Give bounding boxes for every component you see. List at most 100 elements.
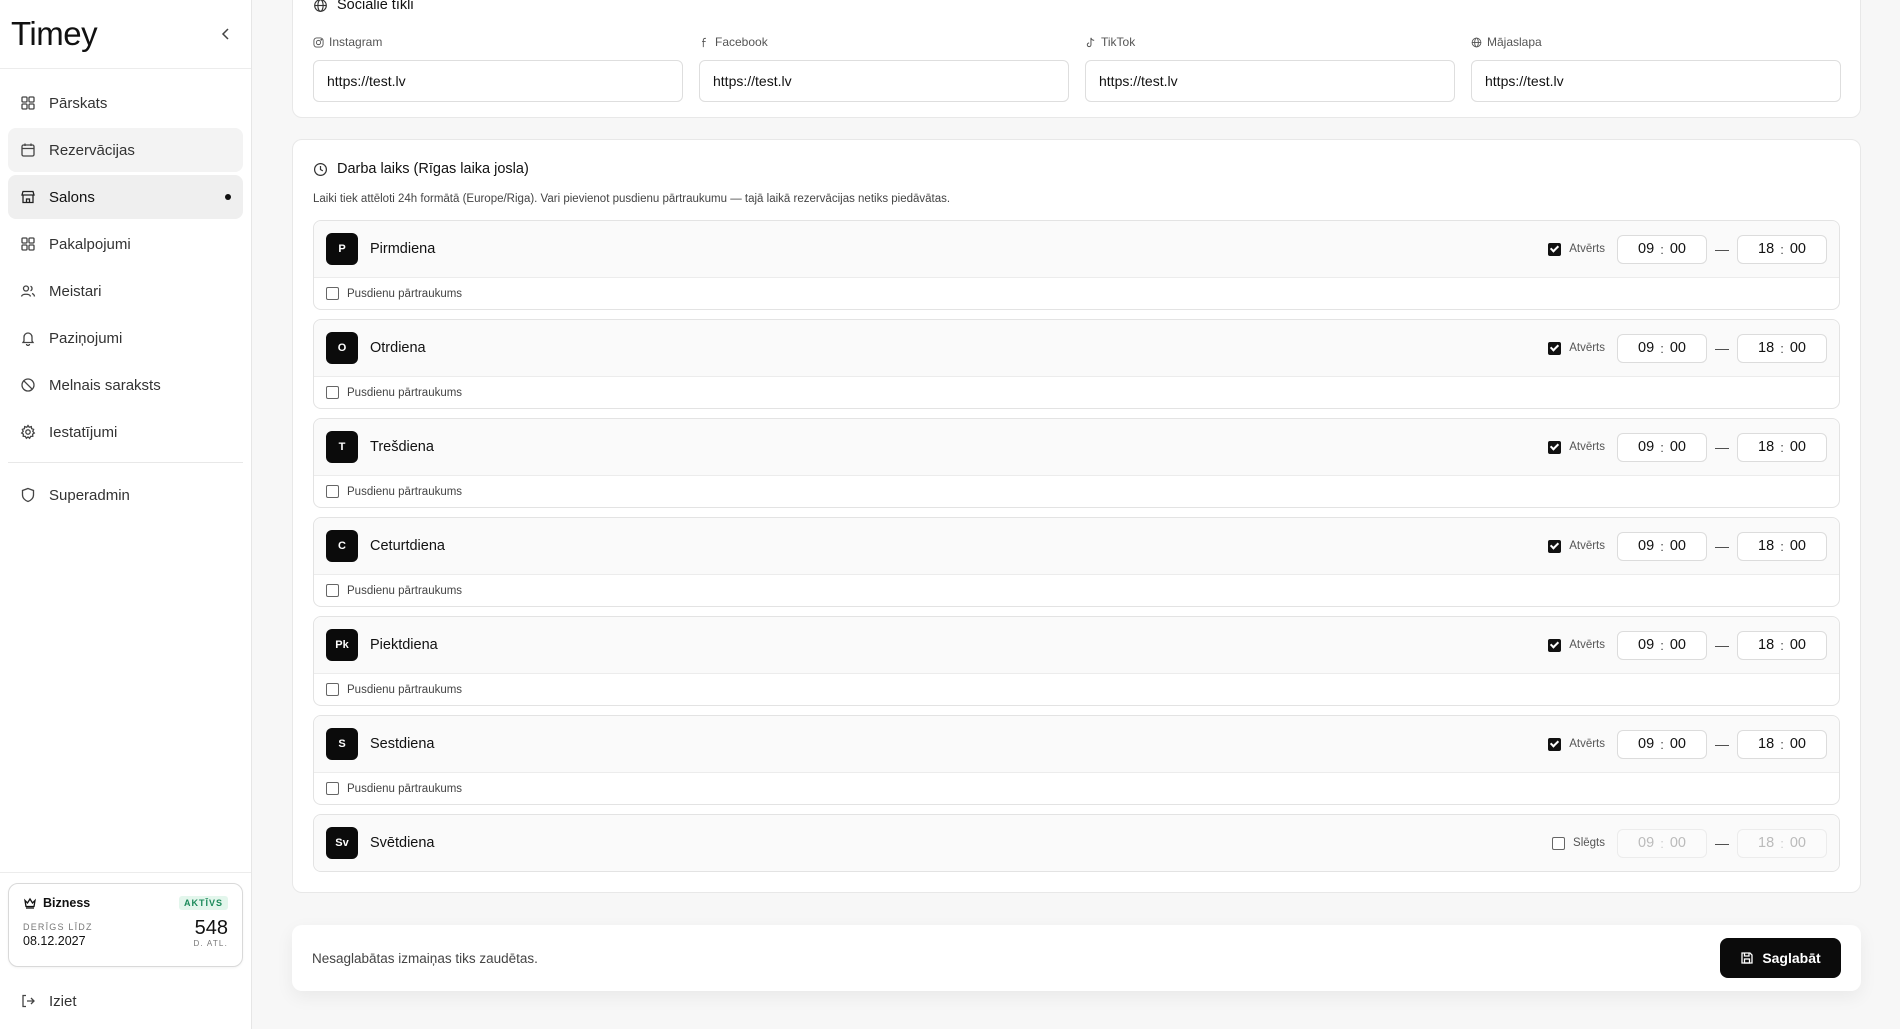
working-hours-title: Darba laiks (Rīgas laika josla) (337, 161, 529, 177)
lunch-break-checkbox[interactable] (326, 782, 339, 795)
sidebar-item-pazinojumi[interactable]: Paziņojumi (8, 316, 243, 360)
lunch-break-row: Pusdienu pārtraukums (314, 277, 1839, 309)
sidebar-item-label: Melnais saraksts (49, 376, 161, 394)
ban-icon (21, 378, 35, 392)
website-input[interactable] (1471, 60, 1841, 102)
sidebar-item-rezervacijas[interactable]: Rezervācijas (8, 128, 243, 172)
open-minute: 00 (1669, 340, 1686, 356)
time-separator: : (1780, 736, 1784, 752)
day-main-row: C Ceturtdiena Atvērts 09:00—18:00 (314, 518, 1839, 574)
close-time-input[interactable]: 18:00 (1737, 531, 1827, 561)
day-row-tresdiena: T Trešdiena Atvērts 09:00—18:00 Pusdienu pār… (313, 418, 1840, 508)
open-time-input[interactable]: 09:00 (1617, 234, 1707, 264)
sidebar-item-superadmin[interactable]: Superadmin (8, 473, 243, 517)
sidebar-item-label: Meistari (49, 282, 102, 300)
open-hour: 09 (1638, 637, 1655, 653)
bell-icon (21, 332, 35, 346)
time-range-dash: — (1715, 241, 1729, 257)
time-separator: : (1780, 241, 1784, 257)
open-status-label: Atvērts (1569, 639, 1605, 651)
sidebar-item-parskats[interactable]: Pārskats (8, 81, 243, 125)
open-hour: 09 (1638, 241, 1655, 257)
close-time-input[interactable]: 18:00 (1737, 432, 1827, 462)
day-name: Pirmdiena (370, 241, 436, 257)
day-hours-controls: Atvērts 09:00—18:00 (1548, 531, 1827, 561)
sidebar-item-meistari[interactable]: Meistari (8, 269, 243, 313)
open-time-input[interactable]: 09:00 (1617, 432, 1707, 462)
lunch-break-label: Pusdienu pārtraukums (347, 287, 463, 300)
open-checkbox[interactable] (1548, 242, 1562, 256)
lunch-break-checkbox[interactable] (326, 683, 339, 696)
tiktok-label-text: TikTok (1101, 35, 1136, 49)
day-initial-badge: P (326, 233, 358, 265)
active-indicator-dot (225, 194, 231, 200)
logout-button[interactable]: Iziet (8, 979, 243, 1023)
days-left-value: 548 (194, 917, 228, 939)
tiktok-input[interactable] (1085, 60, 1455, 102)
open-checkbox[interactable] (1548, 737, 1562, 751)
lunch-break-checkbox[interactable] (326, 584, 339, 597)
facebook-input[interactable] (699, 60, 1069, 102)
instagram-label: Instagram (313, 34, 683, 50)
close-hour: 18 (1758, 439, 1775, 455)
open-hour: 09 (1638, 538, 1655, 554)
open-status-label: Slēgts (1573, 837, 1605, 849)
facebook-label: Facebook (699, 34, 1069, 50)
open-minute: 00 (1669, 736, 1686, 752)
store-icon (21, 190, 35, 204)
collapse-sidebar-button[interactable] (215, 23, 237, 45)
close-minute: 00 (1789, 835, 1806, 851)
day-hours-controls: Atvērts 09:00—18:00 (1548, 432, 1827, 462)
sidebar-item-melnais-saraksts[interactable]: Melnais saraksts (8, 363, 243, 407)
time-separator: : (1660, 538, 1664, 554)
lunch-break-row: Pusdienu pārtraukums (314, 475, 1839, 507)
close-time-input[interactable]: 18:00 (1737, 333, 1827, 363)
dashboard-icon (21, 96, 35, 110)
close-time-input[interactable]: 18:00 (1737, 630, 1827, 660)
lunch-break-checkbox[interactable] (326, 386, 339, 399)
close-time-input[interactable]: 18:00 (1737, 729, 1827, 759)
sidebar-item-label: Superadmin (49, 486, 130, 504)
sidebar-item-salons[interactable]: Salons (8, 175, 243, 219)
lunch-break-checkbox[interactable] (326, 485, 339, 498)
working-hours-description: Laiki tiek attēloti 24h formātā (Europe/… (313, 193, 951, 205)
shield-icon (21, 487, 35, 503)
day-name: Otrdiena (370, 340, 426, 356)
lunch-break-row: Pusdienu pārtraukums (314, 673, 1839, 705)
days-left-label: D. ATL. (193, 939, 228, 948)
open-time-input[interactable]: 09:00 (1617, 630, 1707, 660)
close-time-input[interactable]: 18:00 (1737, 828, 1827, 858)
day-initial-badge: Sv (326, 827, 358, 859)
time-range-dash: — (1715, 637, 1729, 653)
open-time-input[interactable]: 09:00 (1617, 828, 1707, 858)
open-checkbox[interactable] (1548, 341, 1562, 355)
close-hour: 18 (1758, 538, 1775, 554)
instagram-input[interactable] (313, 60, 683, 102)
open-time-input[interactable]: 09:00 (1617, 531, 1707, 561)
open-status-label: Atvērts (1569, 243, 1605, 255)
social-links-title: Sociālie tīkli (337, 0, 414, 13)
open-minute: 00 (1669, 439, 1686, 455)
open-checkbox[interactable] (1552, 836, 1566, 850)
close-time-input[interactable]: 18:00 (1737, 234, 1827, 264)
day-main-row: Sv Svētdiena Slēgts 09:00—18:00 (314, 815, 1839, 871)
plan-name-label: Bizness (43, 896, 91, 910)
time-separator: : (1780, 538, 1784, 554)
sidebar-item-iestatijumi[interactable]: Iestatījumi (8, 410, 243, 454)
sidebar-item-label: Pārskats (49, 94, 108, 112)
sidebar-item-pakalpojumi[interactable]: Pakalpojumi (8, 222, 243, 266)
close-minute: 00 (1789, 439, 1806, 455)
lunch-break-checkbox[interactable] (326, 287, 339, 300)
social-links-card: Sociālie tīkli Instagram Facebook TikTok… (292, 0, 1861, 118)
open-time-input[interactable]: 09:00 (1617, 333, 1707, 363)
open-status-label: Atvērts (1569, 342, 1605, 354)
open-checkbox[interactable] (1548, 638, 1562, 652)
grid-icon (21, 237, 35, 251)
open-checkbox[interactable] (1548, 539, 1562, 553)
open-checkbox[interactable] (1548, 440, 1562, 454)
close-minute: 00 (1789, 340, 1806, 356)
facebook-label-text: Facebook (715, 35, 768, 49)
save-button[interactable]: Saglabāt (1720, 938, 1841, 978)
day-row-svetdiena: Sv Svētdiena Slēgts 09:00—18:00 (313, 814, 1840, 872)
open-time-input[interactable]: 09:00 (1617, 729, 1707, 759)
